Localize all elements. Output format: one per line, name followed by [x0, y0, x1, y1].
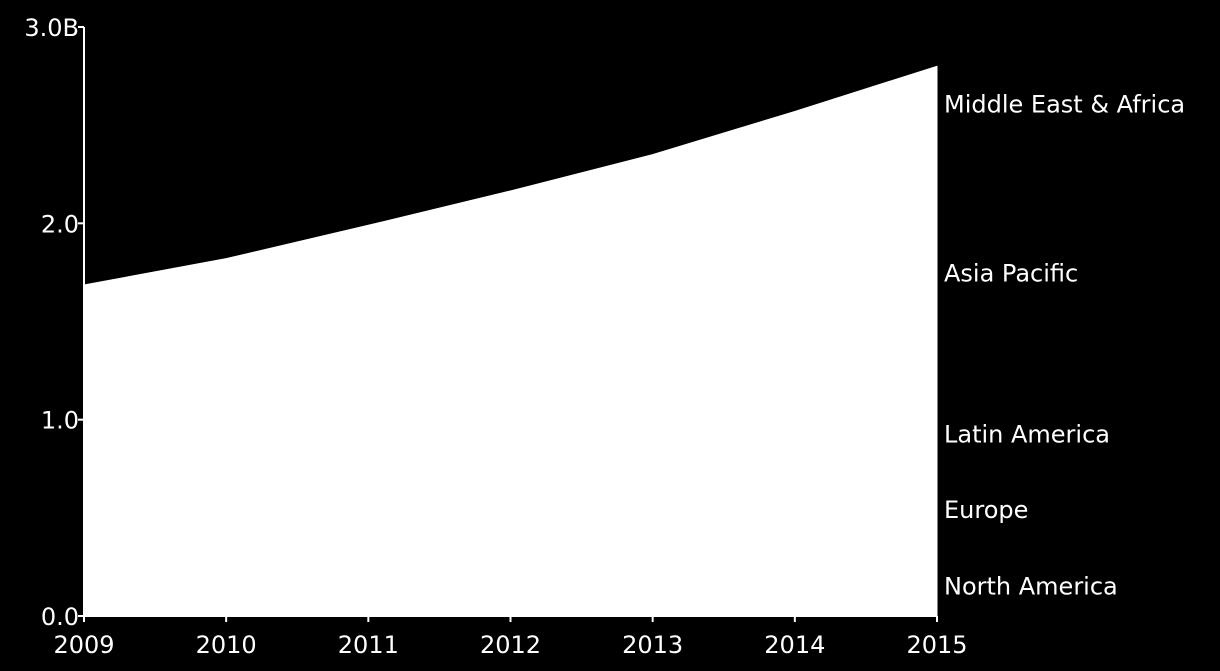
- series-label-north-america: North America: [944, 573, 1118, 601]
- x-tick-label: 2015: [906, 631, 967, 659]
- series-label-europe: Europe: [944, 496, 1028, 524]
- series-label-asia-pacific: Asia Pacific: [944, 259, 1078, 287]
- x-tick-label: 2012: [480, 631, 541, 659]
- y-tick-label: 1.0: [41, 407, 79, 435]
- y-tick-label: 2.0: [41, 210, 79, 238]
- series-labels: North America Europe Latin America Asia Pac…: [944, 91, 1185, 601]
- stacked-area-chart: 0.0 1.0 2.0 3.0B 2009 2010 2011 2012 2013 2014 201…: [24, 14, 1185, 659]
- series-label-middle-east-africa: Middle East & Africa: [944, 91, 1185, 119]
- area-layer: [83, 65, 938, 617]
- x-tick-label: 2013: [622, 631, 683, 659]
- x-tick-label: 2009: [53, 631, 114, 659]
- x-tick-label: 2010: [196, 631, 257, 659]
- x-tick-label: 2014: [764, 631, 825, 659]
- series-label-latin-america: Latin America: [944, 420, 1110, 448]
- y-tick-label: 0.0: [41, 603, 79, 631]
- x-tick-label: 2011: [338, 631, 399, 659]
- y-tick-label: 3.0B: [24, 14, 79, 42]
